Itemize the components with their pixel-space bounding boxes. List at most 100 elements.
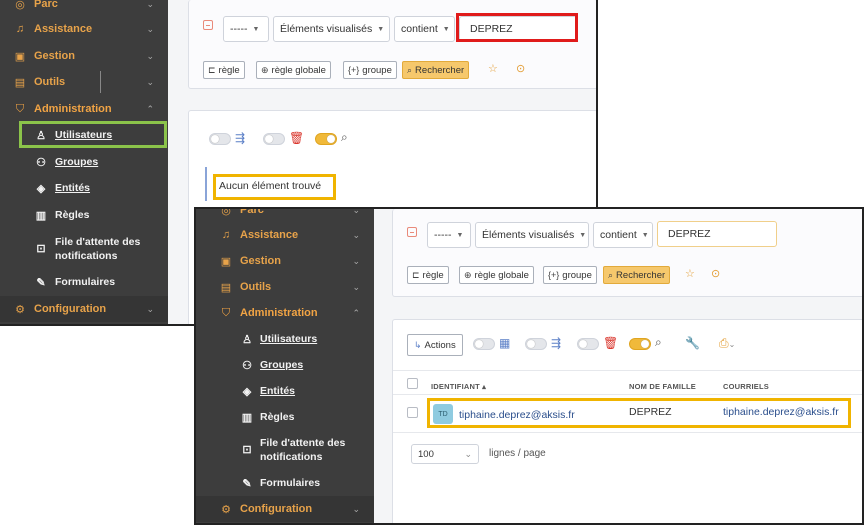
- sidebar-item-groupes[interactable]: ⚇ Groupes: [0, 155, 168, 169]
- export-icon[interactable]: ⎙⌄: [719, 336, 735, 352]
- collapse-icon[interactable]: [203, 20, 213, 30]
- edit-icon: ✎: [36, 276, 46, 289]
- menu-parc[interactable]: ◎ Parc ⌄: [0, 0, 168, 17]
- caret-down-icon: ▼: [442, 25, 450, 33]
- hierarchy-icon[interactable]: ⇶: [551, 336, 561, 350]
- sidebar-item-file-attente[interactable]: ⊡ File d'attente des notifications: [196, 436, 374, 464]
- menu-assistance[interactable]: ♫ Assistance ⌄: [196, 222, 374, 248]
- field-select[interactable]: ----- ▼: [427, 222, 471, 248]
- edit-icon: ✎: [242, 477, 252, 490]
- menu-outils[interactable]: ▤ Outils ⌄: [196, 274, 374, 300]
- caret-down-icon: ▼: [456, 231, 464, 239]
- toggle-1[interactable]: [209, 133, 231, 145]
- items-select[interactable]: Éléments visualisés ▼: [475, 222, 589, 248]
- header-identifier[interactable]: IDENTIFIANT ▴: [431, 382, 486, 391]
- sidebar: ◎ Parc ⌄ ♫ Assistance ⌄ ▣ Gestion ⌄ ▤ Ou…: [0, 0, 168, 324]
- headset-icon: ♫: [15, 23, 25, 35]
- search-value-input[interactable]: DEPREZ: [657, 221, 777, 247]
- sort-asc-icon: ▴: [482, 382, 487, 391]
- operator-select[interactable]: contient ▼: [394, 16, 455, 42]
- chevron-down-icon: ⌄: [352, 255, 360, 266]
- items-select[interactable]: Éléments visualisés ▼: [273, 16, 390, 42]
- star-icon[interactable]: ☆: [488, 62, 498, 75]
- collapse-icon[interactable]: [407, 227, 417, 237]
- divider: [393, 370, 862, 371]
- chevron-down-icon: ⌄: [146, 0, 154, 9]
- hierarchy-icon[interactable]: ⇶: [235, 131, 245, 145]
- users-icon: ⚇: [36, 156, 46, 169]
- menu-administration[interactable]: ⛉ Administration ⌃: [0, 96, 168, 122]
- briefcase-icon: ▤: [14, 76, 26, 89]
- identifier-link[interactable]: tiphaine.deprez@aksis.fr: [459, 409, 575, 421]
- caret-down-icon: ▼: [579, 231, 587, 239]
- wallet-icon: ▣: [14, 50, 26, 63]
- toggle-search[interactable]: [315, 133, 337, 145]
- add-group-button[interactable]: {+} groupe: [543, 266, 597, 284]
- reset-icon[interactable]: ⊙: [516, 62, 525, 75]
- star-icon[interactable]: ☆: [685, 267, 695, 280]
- menu-gestion[interactable]: ▣ Gestion ⌄: [0, 43, 168, 69]
- search-button[interactable]: ⌕ Rechercher: [402, 61, 470, 79]
- avatar: TD: [433, 404, 453, 424]
- map-icon[interactable]: ▦: [499, 336, 510, 350]
- info-bar: [205, 167, 207, 201]
- menu-administration[interactable]: ⛉ Administration ⌃: [196, 300, 374, 326]
- add-rule-button[interactable]: ⊏ règle: [203, 61, 245, 79]
- toggle-tree[interactable]: [525, 338, 547, 350]
- wrench-icon[interactable]: 🔧: [685, 336, 700, 350]
- add-rule-button[interactable]: ⊏ règle: [407, 266, 449, 284]
- chevron-up-icon: ⌃: [146, 103, 154, 114]
- header-emails[interactable]: COURRIELS: [723, 382, 769, 391]
- shield-icon: ⛉: [221, 306, 231, 319]
- header-last-name[interactable]: NOM DE FAMILLE: [629, 382, 696, 391]
- menu-parc[interactable]: ◎ Parc ⌄: [196, 209, 374, 223]
- email-link[interactable]: tiphaine.deprez@aksis.fr: [723, 406, 839, 418]
- search-icon[interactable]: ⌕: [655, 335, 662, 349]
- chevron-down-icon: ⌄: [146, 23, 154, 34]
- trash-icon[interactable]: 🗑: [289, 131, 304, 145]
- search-icon: ⌕: [407, 64, 413, 75]
- actions-button[interactable]: ↳ Actions: [407, 334, 463, 356]
- reset-icon[interactable]: ⊙: [711, 267, 720, 280]
- menu-outils[interactable]: ▤ Outils ⌄: [0, 69, 168, 95]
- cursor-caret: [100, 71, 101, 93]
- sidebar-item-regles[interactable]: ▥ Règles: [196, 410, 374, 424]
- chevron-down-icon: ⌄: [352, 229, 360, 240]
- row-checkbox[interactable]: [407, 407, 418, 418]
- menu-gestion[interactable]: ▣ Gestion ⌄: [196, 248, 374, 274]
- toggle-search[interactable]: [629, 338, 651, 350]
- add-global-rule-button[interactable]: ⊕ règle globale: [256, 61, 331, 79]
- sidebar-item-formulaires[interactable]: ✎ Formulaires: [0, 275, 168, 289]
- main-content: ----- ▼ Éléments visualisés ▼ contient ▼ DE…: [374, 209, 862, 523]
- sidebar-item-groupes[interactable]: ⚇ Groupes: [196, 358, 374, 372]
- trash-icon[interactable]: 🗑: [603, 336, 618, 350]
- gear-icon: ⚙: [221, 503, 231, 516]
- sidebar-item-formulaires[interactable]: ✎ Formulaires: [196, 476, 374, 490]
- last-name-cell: DEPREZ: [629, 406, 672, 418]
- menu-configuration[interactable]: ⚙ Configuration ⌄: [196, 496, 374, 522]
- toggle-trash[interactable]: [577, 338, 599, 350]
- sidebar-item-entites[interactable]: ◈ Entités: [0, 181, 168, 195]
- select-all-checkbox[interactable]: [407, 378, 418, 389]
- toggle-2[interactable]: [263, 133, 285, 145]
- actions-icon: ↳: [414, 339, 422, 350]
- box-icon: ◎: [15, 0, 25, 11]
- operator-select[interactable]: contient ▼: [593, 222, 653, 248]
- sidebar-item-file-attente[interactable]: ⊡ File d'attente des notifications: [0, 235, 168, 263]
- toggle-map[interactable]: [473, 338, 495, 350]
- sidebar-item-regles[interactable]: ▥ Règles: [0, 208, 168, 222]
- search-icon[interactable]: ⌕: [341, 130, 348, 144]
- page-size-select[interactable]: 100 ⌄: [411, 444, 479, 464]
- menu-configuration[interactable]: ⚙ Configuration ⌄: [0, 296, 168, 322]
- field-select[interactable]: ----- ▼: [223, 16, 269, 42]
- search-button[interactable]: ⌕ Rechercher: [603, 266, 671, 284]
- globe-icon: ⊕: [464, 269, 472, 280]
- sidebar-item-entites[interactable]: ◈ Entités: [196, 384, 374, 398]
- menu-assistance[interactable]: ♫ Assistance ⌄: [0, 16, 168, 42]
- sidebar-item-utilisateurs[interactable]: ♙ Utilisateurs: [0, 128, 168, 142]
- add-group-button[interactable]: {+} groupe: [343, 61, 397, 79]
- add-global-rule-button[interactable]: ⊕ règle globale: [459, 266, 534, 284]
- sidebar-item-utilisateurs[interactable]: ♙ Utilisateurs: [196, 332, 374, 346]
- search-value-input[interactable]: DEPREZ: [459, 16, 577, 42]
- layers-icon: ◈: [36, 182, 46, 195]
